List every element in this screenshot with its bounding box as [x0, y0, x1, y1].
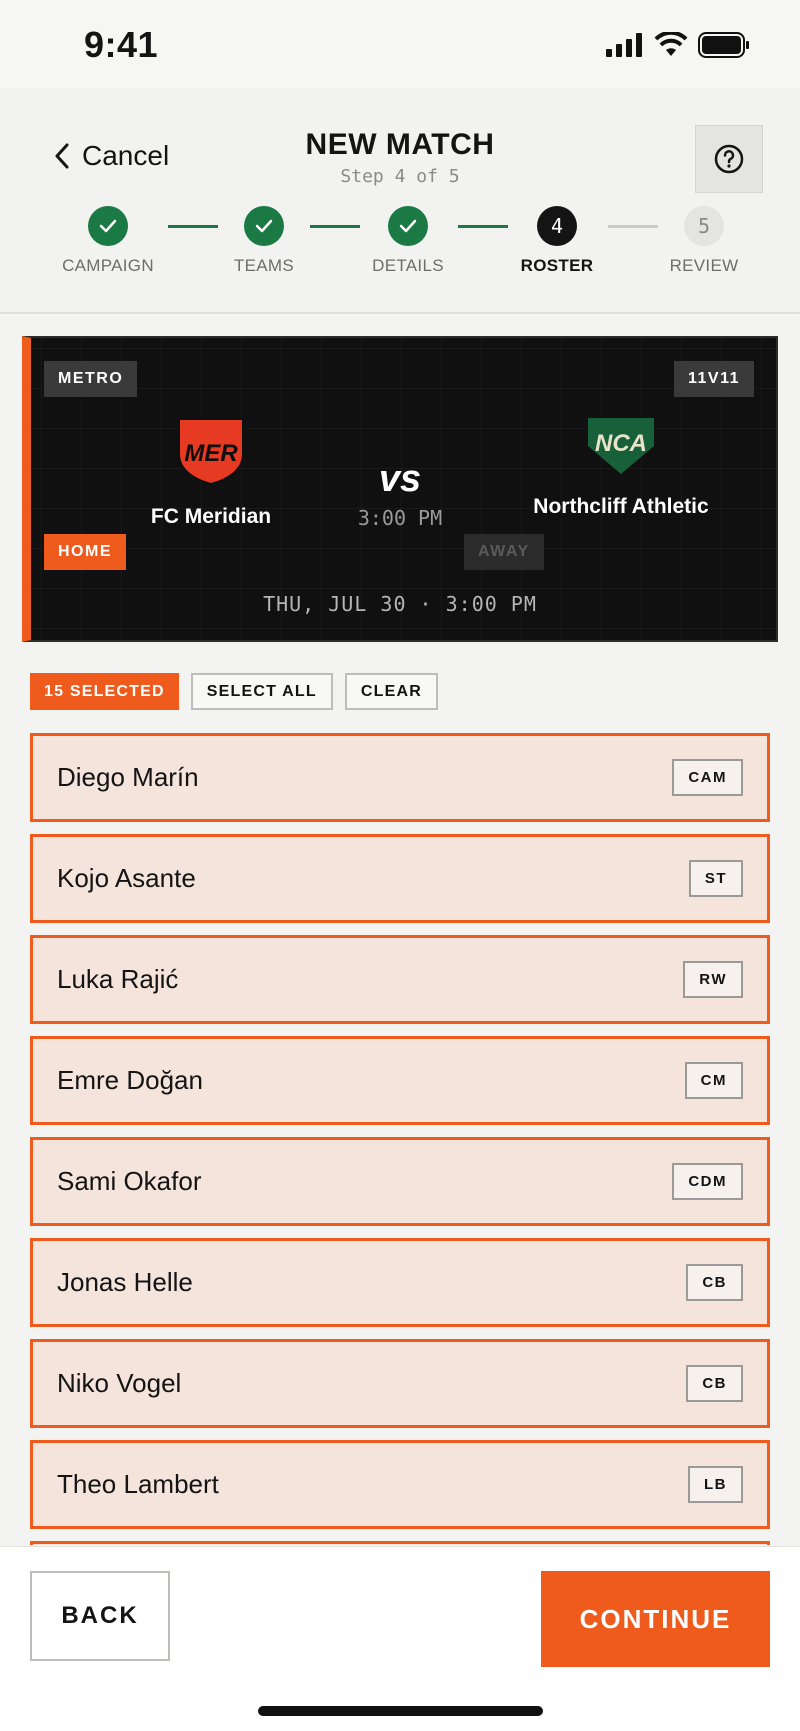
step-number-badge: 5	[684, 206, 724, 246]
cellular-signal-icon	[606, 33, 642, 57]
player-row[interactable]: Kojo Asante ST	[30, 834, 770, 923]
step-roster: 4 ROSTER	[487, 206, 627, 276]
back-button[interactable]: BACK	[30, 1571, 170, 1661]
clear-selection-button[interactable]: CLEAR	[344, 673, 438, 710]
step-details: DETAILS	[338, 206, 478, 276]
selection-toolbar: 15 SELECTED SELECT ALL CLEAR	[30, 673, 438, 710]
step-label: DETAILS	[372, 256, 444, 275]
league-tag: METRO	[44, 361, 138, 397]
home-indicator	[258, 1706, 543, 1716]
match-date: THU, JUL 30 · 3:00 PM	[263, 592, 537, 616]
player-name: Jonas Helle	[57, 1267, 193, 1297]
away-tag: AWAY	[464, 534, 544, 570]
page-title: NEW MATCH	[305, 128, 495, 161]
step-teams: TEAMS	[194, 206, 334, 276]
status-time: 9:41	[84, 24, 159, 65]
check-icon	[399, 219, 417, 233]
status-bar: 9:41	[0, 0, 800, 88]
footer-actions: BACK CONTINUE	[0, 1546, 800, 1731]
match-summary-card: METRO 11V11 MER FC Meridian vs 3:00 PM N…	[22, 336, 778, 642]
step-complete-badge	[244, 206, 284, 246]
player-name: Niko Vogel	[57, 1368, 182, 1398]
roster-list[interactable]: Diego Marín CAM Kojo Asante ST Luka Raji…	[30, 733, 770, 1545]
player-name: Theo Lambert	[57, 1469, 219, 1499]
player-name: Kojo Asante	[57, 863, 196, 893]
position-badge: LB	[688, 1466, 743, 1503]
player-row[interactable]: Luka Rajić RW	[30, 935, 770, 1024]
player-row[interactable]: Theo Lambert LB	[30, 1440, 770, 1529]
step-label: ROSTER	[520, 256, 594, 275]
selected-count-badge: 15 SELECTED	[30, 673, 179, 710]
step-label: REVIEW	[669, 256, 739, 275]
step-campaign: CAMPAIGN	[38, 206, 178, 276]
player-row-partial[interactable]	[30, 1541, 770, 1545]
position-badge: CB	[686, 1365, 743, 1402]
select-all-button[interactable]: SELECT ALL	[190, 673, 333, 710]
wifi-icon	[654, 32, 688, 56]
away-team-abbr: NCA	[595, 430, 647, 457]
format-tag: 11V11	[674, 361, 754, 397]
wizard-header: Cancel NEW MATCH Step 4 of 5 CAMPAIGN TE…	[0, 88, 800, 314]
step-number-badge: 4	[537, 206, 577, 246]
player-row[interactable]: Niko Vogel CB	[30, 1339, 770, 1428]
title-block: NEW MATCH Step 4 of 5	[0, 128, 800, 187]
player-row[interactable]: Diego Marín CAM	[30, 733, 770, 822]
progress-stepper: CAMPAIGN TEAMS DETAILS 4 ROSTER 5 REVIEW	[0, 206, 800, 286]
player-name: Diego Marín	[57, 762, 199, 792]
position-badge: CM	[684, 1062, 743, 1099]
step-complete-badge	[388, 206, 428, 246]
player-row[interactable]: Jonas Helle CB	[30, 1238, 770, 1327]
step-complete-badge	[88, 206, 128, 246]
position-badge: CDM	[672, 1163, 743, 1200]
check-icon	[255, 219, 273, 233]
help-button[interactable]	[695, 125, 763, 193]
position-badge: ST	[688, 860, 743, 897]
player-row[interactable]: Sami Okafor CDM	[30, 1137, 770, 1226]
position-badge: CB	[686, 1264, 743, 1301]
away-team: NCA Northcliff Athletic	[521, 416, 721, 519]
status-icons	[606, 32, 750, 58]
step-review: 5 REVIEW	[634, 206, 774, 276]
player-row[interactable]: Emre Doğan CM	[30, 1036, 770, 1125]
help-icon	[714, 144, 744, 174]
step-label: CAMPAIGN	[62, 256, 154, 275]
position-badge: CAM	[672, 759, 743, 796]
home-tag: HOME	[44, 534, 126, 570]
away-team-crest-icon: NCA	[588, 418, 654, 474]
player-name: Sami Okafor	[57, 1166, 202, 1196]
check-icon	[99, 219, 117, 233]
battery-icon	[698, 32, 749, 58]
step-counter: Step 4 of 5	[340, 166, 460, 187]
step-label: TEAMS	[233, 256, 295, 275]
continue-button[interactable]: CONTINUE	[541, 1571, 770, 1667]
position-badge: RW	[683, 961, 743, 998]
away-team-name: Northcliff Athletic	[533, 495, 709, 518]
player-name: Emre Doğan	[57, 1065, 203, 1095]
player-name: Luka Rajić	[57, 964, 179, 994]
